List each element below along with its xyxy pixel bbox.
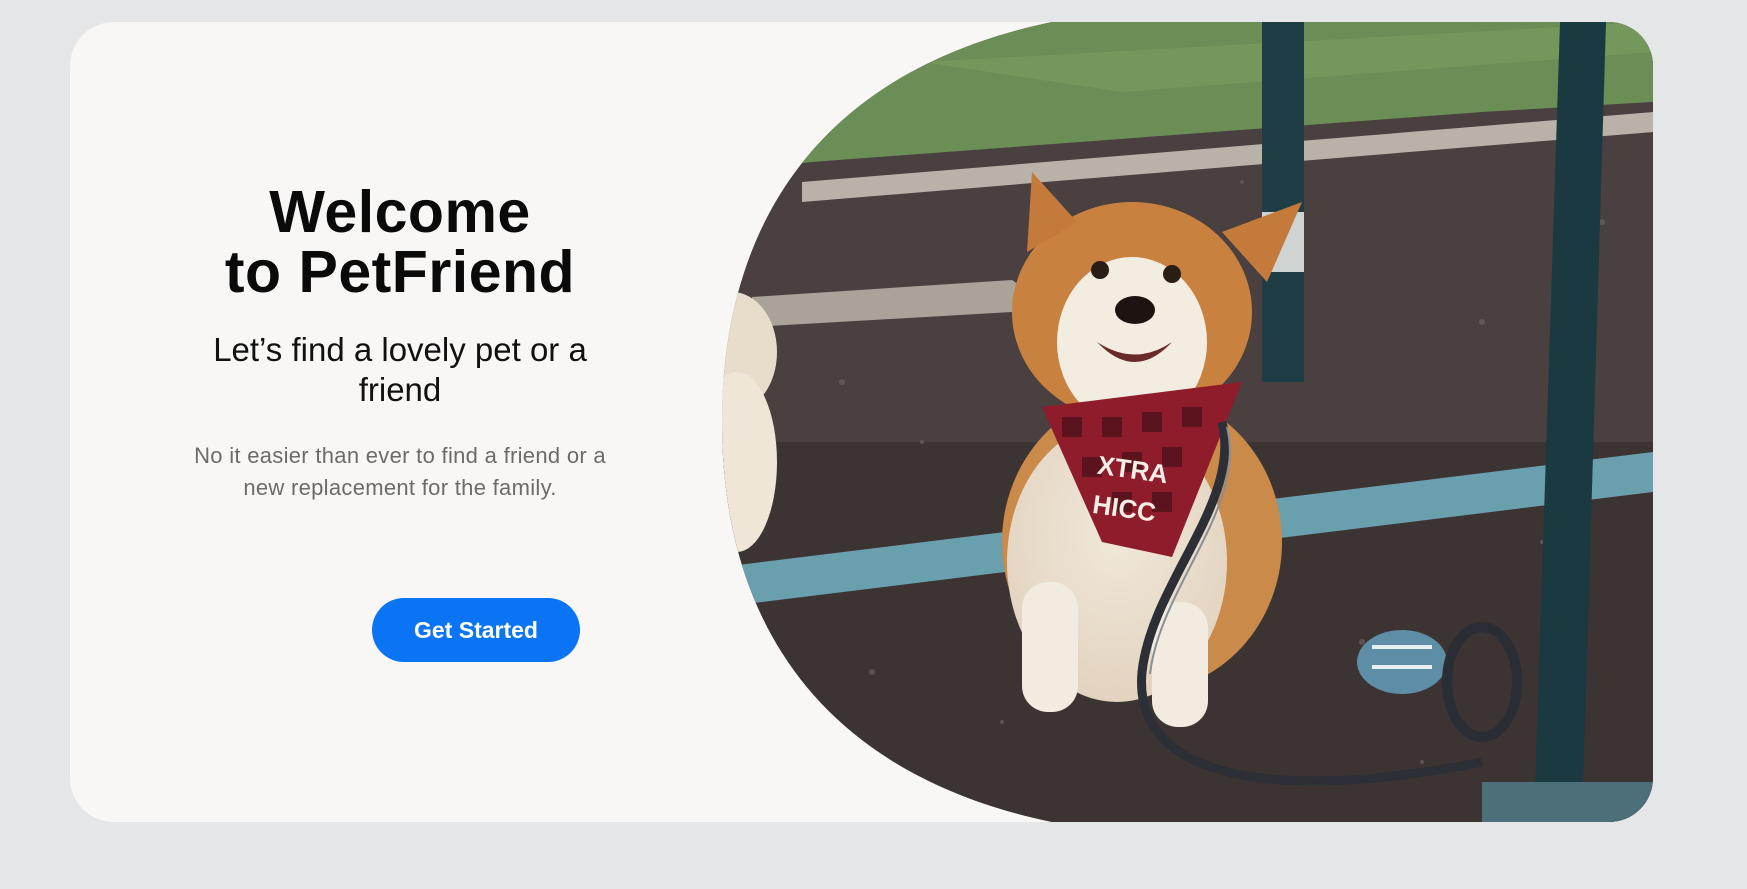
welcome-card: XTRA HICC Welcome to PetFriend Let’s fin… bbox=[70, 22, 1653, 822]
description: No it easier than ever to find a friend … bbox=[194, 443, 606, 500]
hero-photo: XTRA HICC bbox=[722, 22, 1653, 822]
get-started-button[interactable]: Get Started bbox=[372, 598, 580, 662]
title-line-1: Welcome bbox=[269, 179, 531, 245]
subtitle: Let’s find a lovely pet or a friend bbox=[213, 331, 587, 408]
hero-content: Welcome to PetFriend Let’s find a lovely… bbox=[150, 22, 650, 822]
title-line-2: to PetFriend bbox=[224, 239, 576, 305]
page-title: Welcome to PetFriend bbox=[150, 182, 650, 302]
